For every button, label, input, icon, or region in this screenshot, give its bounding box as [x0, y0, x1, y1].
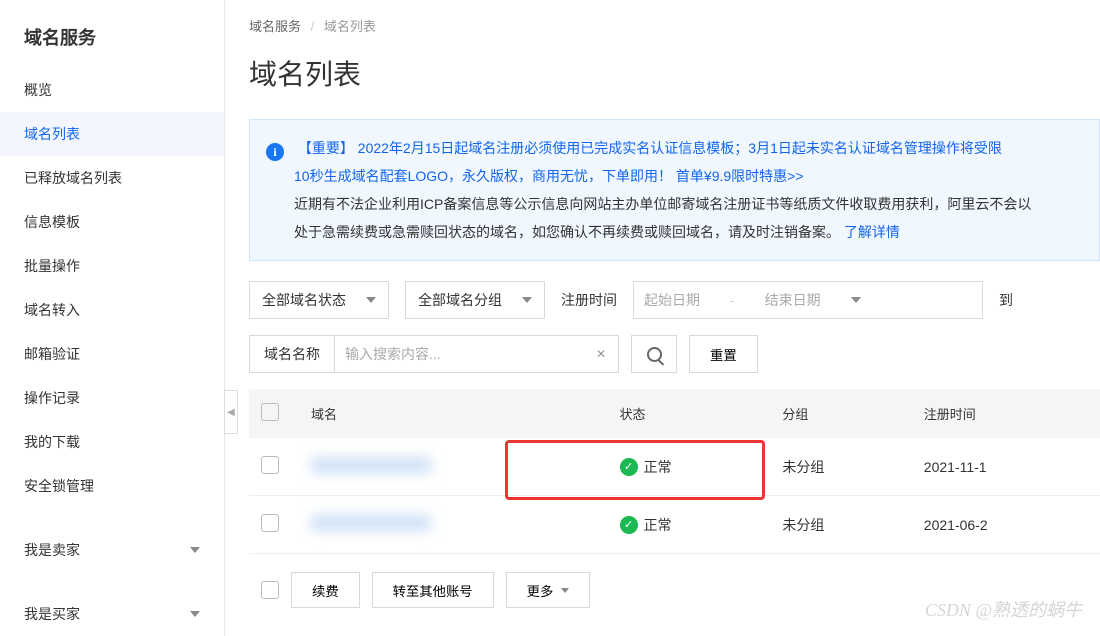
reg-time-label: 注册时间 [561, 290, 617, 310]
sidebar-item-templates[interactable]: 信息模板 [0, 200, 224, 244]
filter-bar: 全部域名状态 全部域名分组 注册时间 起始日期 - 结束日期 到 [249, 281, 1100, 319]
renew-button[interactable]: 续费 [291, 572, 360, 608]
chevron-down-icon [522, 297, 532, 303]
search-row: 域名名称 ✕ 重置 [249, 335, 1100, 373]
notice-important-tag: 【重要】 [298, 140, 354, 156]
sidebar-item-logs[interactable]: 操作记录 [0, 376, 224, 420]
table-row: ✓正常 未分组 2021-06-2 [249, 496, 1100, 554]
search-input[interactable] [335, 336, 584, 372]
info-icon: i [266, 143, 284, 161]
chevron-down-icon [190, 611, 200, 617]
reset-button[interactable]: 重置 [689, 335, 758, 373]
chevron-down-icon [561, 588, 569, 593]
notice-text: 处于急需续费或急需赎回状态的域名，如您确认不再续费或赎回域名，请及时注销备案。 [294, 224, 840, 240]
table-row: ✓正常 未分组 2021-11-1 [249, 438, 1100, 496]
status-select[interactable]: 全部域名状态 [249, 281, 389, 319]
sidebar-group-label: 我是卖家 [24, 540, 80, 560]
notice-text: 2022年2月15日起域名注册必须使用已完成实名认证信息模板；3月1日起未实名认… [358, 140, 1002, 156]
check-circle-icon: ✓ [620, 458, 638, 476]
promo-link[interactable]: 首单¥9.9限时特惠>> [676, 168, 804, 184]
search-combo: 域名名称 ✕ [249, 335, 619, 373]
learn-more-link[interactable]: 了解详情 [844, 224, 900, 240]
th-domain: 域名 [299, 389, 608, 438]
sidebar-item-mail-verify[interactable]: 邮箱验证 [0, 332, 224, 376]
start-date-placeholder: 起始日期 [644, 290, 700, 310]
th-group: 分组 [770, 389, 911, 438]
sidebar-item-overview[interactable]: 概览 [0, 68, 224, 112]
search-type-select[interactable]: 域名名称 [250, 336, 335, 372]
domain-name-redacted[interactable] [311, 457, 431, 473]
chevron-down-icon [851, 297, 861, 303]
date-separator: - [730, 292, 735, 308]
sidebar: 域名服务 概览 域名列表 已释放域名列表 信息模板 批量操作 域名转入 邮箱验证… [0, 0, 225, 636]
domain-table: 域名 状态 分组 注册时间 ✓正常 未分组 2021-11-1 ✓正常 [249, 389, 1100, 554]
main-content: ◀ 域名服务 / 域名列表 域名列表 i 【重要】 2022年2月15日起域名注… [225, 0, 1100, 636]
chevron-down-icon [366, 297, 376, 303]
search-button[interactable] [631, 335, 677, 373]
notice-text: 近期有不法企业利用ICP备案信息等公示信息向网站主办单位邮寄域名注册证书等纸质文… [266, 190, 1083, 218]
sidebar-group-buyer[interactable]: 我是买家 [0, 592, 224, 636]
row-regtime: 2021-11-1 [912, 438, 1100, 496]
sidebar-item-transfer-in[interactable]: 域名转入 [0, 288, 224, 332]
chevron-down-icon [190, 547, 200, 553]
th-regtime: 注册时间 [912, 389, 1100, 438]
breadcrumb: 域名服务 / 域名列表 [249, 0, 1100, 43]
status-badge: ✓正常 [620, 515, 672, 535]
end-date-placeholder: 结束日期 [765, 290, 821, 310]
to-label: 到 [999, 290, 1013, 310]
clear-icon[interactable]: ✕ [584, 347, 618, 361]
sidebar-item-domain-list[interactable]: 域名列表 [0, 112, 224, 156]
sidebar-item-downloads[interactable]: 我的下载 [0, 420, 224, 464]
row-checkbox[interactable] [261, 514, 279, 532]
batch-select-all-checkbox[interactable] [261, 581, 279, 599]
more-button[interactable]: 更多 [506, 572, 591, 608]
sidebar-collapse-handle[interactable]: ◀ [224, 390, 238, 434]
sidebar-item-security-lock[interactable]: 安全锁管理 [0, 464, 224, 508]
notice-text: 10秒生成域名配套LOGO，永久版权，商用无忧，下单即用！ [294, 168, 672, 184]
date-range-input[interactable]: 起始日期 - 结束日期 [633, 281, 983, 319]
check-circle-icon: ✓ [620, 516, 638, 534]
transfer-button[interactable]: 转至其他账号 [372, 572, 494, 608]
breadcrumb-separator: / [311, 19, 315, 34]
th-status: 状态 [608, 389, 771, 438]
sidebar-group-seller[interactable]: 我是卖家 [0, 528, 224, 572]
row-group: 未分组 [770, 496, 911, 554]
sidebar-item-batch[interactable]: 批量操作 [0, 244, 224, 288]
select-all-checkbox[interactable] [261, 403, 279, 421]
row-group: 未分组 [770, 438, 911, 496]
batch-action-bar: 续费 转至其他账号 更多 [249, 554, 1100, 626]
status-badge: ✓正常 [620, 457, 672, 477]
select-label: 全部域名分组 [418, 290, 502, 310]
sidebar-item-released[interactable]: 已释放域名列表 [0, 156, 224, 200]
row-regtime: 2021-06-2 [912, 496, 1100, 554]
notice-banner: i 【重要】 2022年2月15日起域名注册必须使用已完成实名认证信息模板；3月… [249, 119, 1100, 261]
sidebar-group-label: 我是买家 [24, 604, 80, 624]
select-label: 全部域名状态 [262, 290, 346, 310]
domain-name-redacted[interactable] [311, 515, 431, 531]
group-select[interactable]: 全部域名分组 [405, 281, 545, 319]
search-icon [647, 347, 662, 362]
sidebar-title: 域名服务 [0, 16, 224, 68]
breadcrumb-current: 域名列表 [324, 19, 376, 34]
breadcrumb-root[interactable]: 域名服务 [249, 19, 301, 34]
page-title: 域名列表 [249, 43, 1100, 119]
row-checkbox[interactable] [261, 456, 279, 474]
